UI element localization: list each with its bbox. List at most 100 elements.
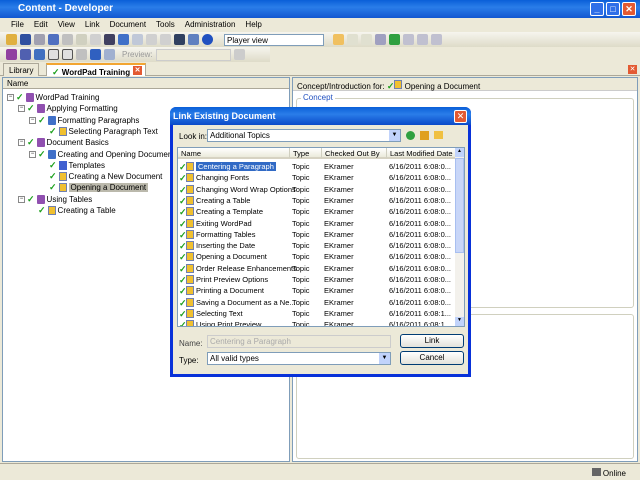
tree-item[interactable]: − ✓ Formatting Paragraphs bbox=[29, 115, 139, 126]
lock-icon[interactable] bbox=[431, 34, 442, 45]
save-icon[interactable] bbox=[20, 34, 31, 45]
scroll-up-icon[interactable]: ▲ bbox=[455, 148, 464, 157]
preview-select[interactable] bbox=[155, 48, 231, 61]
minimize-button[interactable]: _ bbox=[590, 2, 604, 16]
menu-help[interactable]: Help bbox=[240, 18, 266, 32]
question-dropdown-icon[interactable] bbox=[62, 49, 73, 60]
document-row[interactable]: ✓ Print Preview Options Topic EKramer 6/16/2… bbox=[178, 274, 457, 285]
document-row[interactable]: ✓ Changing Fonts Topic EKramer 6/16/2011 6:0… bbox=[178, 172, 457, 183]
chevron-down-icon[interactable]: ▼ bbox=[379, 353, 390, 364]
column-header-checked-out-by[interactable]: Checked Out By bbox=[322, 148, 387, 159]
open-icon[interactable] bbox=[6, 34, 17, 45]
tree-item[interactable]: − ✓ Document Basics bbox=[18, 137, 109, 148]
tab-wordpad-training[interactable]: ✓ WordPad Training ✕ bbox=[46, 63, 146, 77]
collapse-icon[interactable] bbox=[160, 34, 171, 45]
menu-edit[interactable]: Edit bbox=[29, 18, 53, 32]
collapse-toggle-icon[interactable]: − bbox=[29, 150, 36, 158]
undo-icon[interactable] bbox=[118, 34, 129, 45]
collapse-toggle-icon[interactable]: − bbox=[18, 195, 25, 203]
document-row[interactable]: ✓ Using Print Preview Topic EKramer 6/16/201… bbox=[178, 319, 457, 326]
name-field[interactable]: Centering a Paragraph bbox=[207, 335, 391, 348]
copy-icon[interactable] bbox=[62, 34, 73, 45]
dialog-close-button[interactable]: ✕ bbox=[454, 110, 467, 123]
delete-icon[interactable] bbox=[90, 34, 101, 45]
close-editor-icon[interactable]: ✕ bbox=[628, 65, 637, 74]
tree-item[interactable]: ✓ Selecting Paragraph Text bbox=[40, 126, 158, 137]
chevron-down-icon[interactable]: ▼ bbox=[389, 130, 400, 141]
tab-library[interactable]: Library bbox=[3, 63, 40, 76]
menu-file[interactable]: File bbox=[6, 18, 29, 32]
check-in-icon[interactable] bbox=[403, 34, 414, 45]
document-row[interactable]: ✓ Printing a Document Topic EKramer 6/16/201… bbox=[178, 285, 457, 296]
maximize-button[interactable]: □ bbox=[606, 2, 620, 16]
back-icon[interactable] bbox=[406, 131, 415, 140]
document-row[interactable]: ✓ Exiting WordPad Topic EKramer 6/16/2011 6:… bbox=[178, 218, 457, 229]
properties-icon[interactable] bbox=[104, 34, 115, 45]
find-icon[interactable] bbox=[174, 34, 185, 45]
document-row[interactable]: ✓ Opening a Document Topic EKramer 6/16/2011… bbox=[178, 251, 457, 262]
menu-tools[interactable]: Tools bbox=[151, 18, 180, 32]
split-icon[interactable] bbox=[347, 34, 358, 45]
tree-item[interactable]: ✓ Opening a Document bbox=[40, 182, 149, 193]
scroll-thumb[interactable] bbox=[455, 158, 464, 253]
view-select[interactable]: Player view bbox=[224, 33, 324, 46]
print-preview-icon[interactable] bbox=[34, 34, 45, 45]
spellcheck-icon[interactable] bbox=[188, 34, 199, 45]
expand-icon[interactable] bbox=[146, 34, 157, 45]
tree-item[interactable]: − ✓ WordPad Training bbox=[7, 92, 99, 103]
new-module-icon[interactable] bbox=[6, 49, 17, 60]
new-topic-icon[interactable] bbox=[34, 49, 45, 60]
document-row[interactable]: ✓ Creating a Template Topic EKramer 6/16/201… bbox=[178, 206, 457, 217]
preview-go-icon[interactable] bbox=[233, 49, 245, 60]
menu-link[interactable]: Link bbox=[80, 18, 105, 32]
close-button[interactable]: ✕ bbox=[622, 2, 636, 16]
type-select[interactable]: All valid types ▼ bbox=[207, 352, 391, 365]
scroll-down-icon[interactable]: ▼ bbox=[455, 317, 464, 326]
document-row[interactable]: ✓ Order Release Enhancements Topic EKramer 6… bbox=[178, 263, 457, 274]
look-in-select[interactable]: Additional Topics ▼ bbox=[207, 129, 401, 142]
layout-icon[interactable] bbox=[333, 34, 344, 45]
check-out-icon[interactable] bbox=[417, 34, 428, 45]
paste-icon[interactable] bbox=[76, 34, 87, 45]
question-icon[interactable] bbox=[48, 49, 59, 60]
move-down-icon[interactable] bbox=[104, 49, 115, 60]
collapse-toggle-icon[interactable]: − bbox=[18, 139, 25, 147]
column-header-last-modified[interactable]: Last Modified Date bbox=[387, 148, 457, 159]
columns-icon[interactable] bbox=[361, 34, 372, 45]
collapse-toggle-icon[interactable]: − bbox=[29, 116, 36, 124]
list-scrollbar[interactable]: ▲ ▼ bbox=[455, 148, 464, 326]
cancel-button[interactable]: Cancel bbox=[400, 351, 464, 365]
tree-item[interactable]: − ✓ Applying Formatting bbox=[18, 103, 118, 114]
publish-icon[interactable] bbox=[375, 34, 386, 45]
menu-document[interactable]: Document bbox=[105, 18, 151, 32]
menu-view[interactable]: View bbox=[53, 18, 80, 32]
redo-icon[interactable] bbox=[132, 34, 143, 45]
tree-item[interactable]: ✓ Creating a Table bbox=[29, 205, 116, 216]
document-row[interactable]: ✓ Saving a Document as a Ne... Topic EKrame… bbox=[178, 297, 457, 308]
settings-icon[interactable] bbox=[76, 49, 87, 60]
document-row[interactable]: ✓ Selecting Text Topic EKramer 6/16/2011 6:0… bbox=[178, 308, 457, 319]
close-tab-icon[interactable]: ✕ bbox=[133, 66, 142, 75]
up-folder-icon[interactable] bbox=[420, 131, 429, 140]
menu-administration[interactable]: Administration bbox=[180, 18, 241, 32]
refresh-icon[interactable] bbox=[389, 34, 400, 45]
document-row[interactable]: ✓ Formatting Tables Topic EKramer 6/16/2011 … bbox=[178, 229, 457, 240]
document-row[interactable]: ✓ Creating a Table Topic EKramer 6/16/2011 6… bbox=[178, 195, 457, 206]
tree-item[interactable]: ✓ Creating a New Document bbox=[40, 171, 162, 182]
move-up-icon[interactable] bbox=[90, 49, 101, 60]
link-button[interactable]: Link bbox=[400, 334, 464, 348]
column-header-name[interactable]: Name bbox=[178, 148, 290, 159]
collapse-toggle-icon[interactable]: − bbox=[18, 105, 25, 113]
tree-item[interactable]: ✓ Templates bbox=[40, 160, 105, 171]
column-header-type[interactable]: Type bbox=[290, 148, 322, 159]
document-row[interactable]: ✓ Changing Word Wrap Options Topic EKramer 6… bbox=[178, 184, 457, 195]
cut-icon[interactable] bbox=[48, 34, 59, 45]
new-folder-icon[interactable] bbox=[434, 131, 443, 139]
collapse-toggle-icon[interactable]: − bbox=[7, 94, 14, 101]
name-column-header[interactable]: Name bbox=[3, 78, 289, 89]
tree-item[interactable]: − ✓ Using Tables bbox=[18, 194, 92, 205]
tree-item[interactable]: − ✓ Creating and Opening Documents bbox=[29, 149, 179, 160]
document-row[interactable]: ✓ Inserting the Date Topic EKramer 6/16/2011… bbox=[178, 240, 457, 251]
help-icon[interactable] bbox=[202, 34, 213, 45]
new-section-icon[interactable] bbox=[20, 49, 31, 60]
